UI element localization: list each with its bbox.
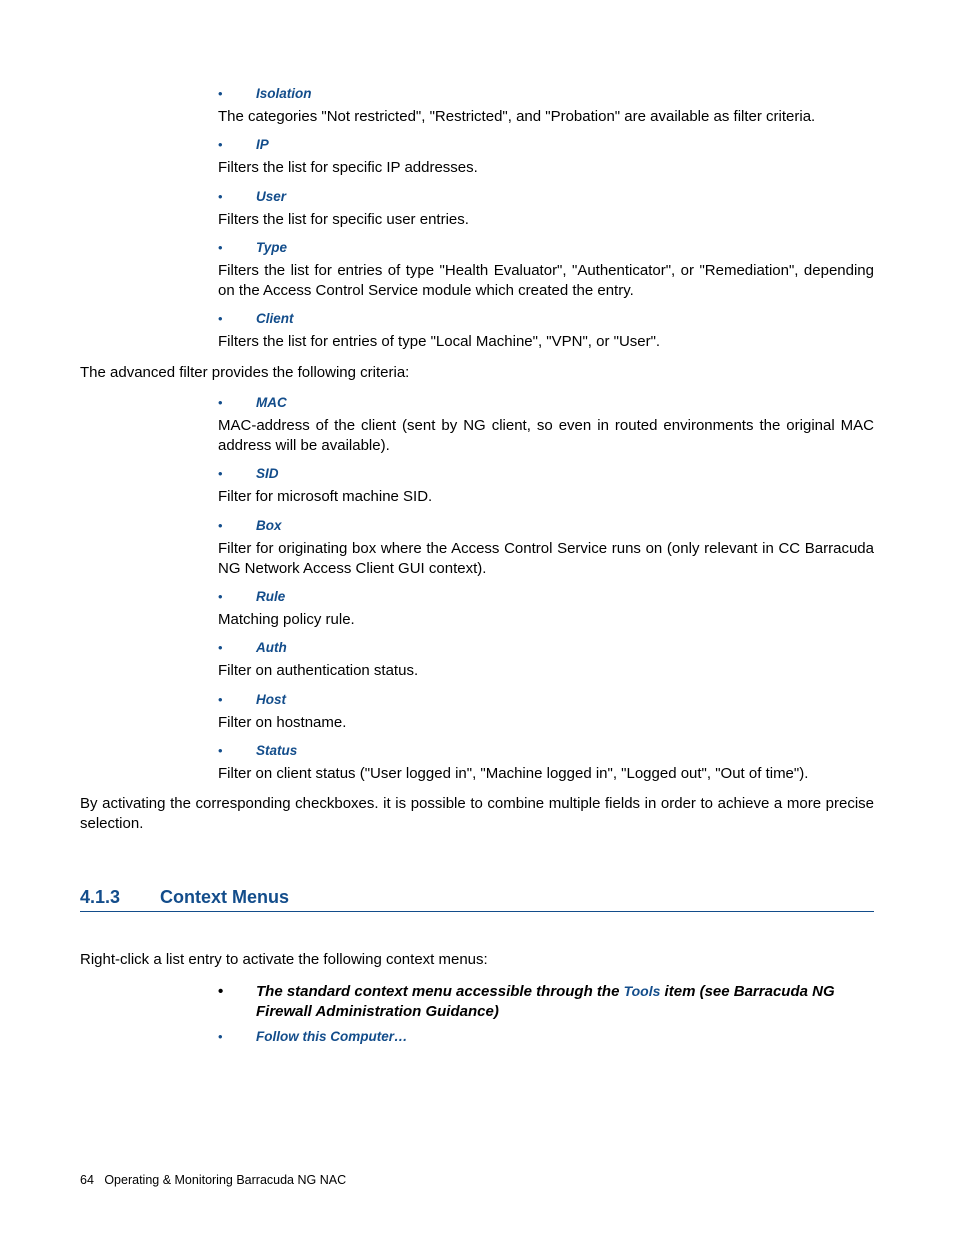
page-number: 64 <box>80 1173 94 1187</box>
filter-name: Box <box>256 518 282 533</box>
section-title: Context Menus <box>160 887 289 908</box>
filter-item: • Rule <box>218 589 874 604</box>
filter-item: • Status <box>218 743 874 758</box>
filter-name: IP <box>256 137 269 152</box>
bullet-icon: • <box>218 395 256 410</box>
bullet-icon: • <box>218 240 256 255</box>
bullet-icon: • <box>218 311 256 326</box>
filter-name: SID <box>256 466 279 481</box>
filter-item: • MAC <box>218 395 874 410</box>
filter-desc: Filters the list for entries of type "Lo… <box>218 332 874 352</box>
tools-keyword: Tools <box>624 983 661 999</box>
closing-paragraph: By activating the corresponding checkbox… <box>80 794 874 835</box>
filter-item: • User <box>218 189 874 204</box>
filter-desc: The categories "Not restricted", "Restri… <box>218 107 874 127</box>
filter-item: • Type <box>218 240 874 255</box>
filter-item: • Client <box>218 311 874 326</box>
filter-desc: Filters the list for specific IP address… <box>218 158 874 178</box>
filter-item: • SID <box>218 466 874 481</box>
bullet-icon: • <box>218 137 256 152</box>
filter-item: • Isolation <box>218 86 874 101</box>
filter-item: • Auth <box>218 640 874 655</box>
section-rule <box>80 911 874 912</box>
filter-desc: Filter for microsoft machine SID. <box>218 487 874 507</box>
filter-name: Host <box>256 692 286 707</box>
filter-desc: Filter on hostname. <box>218 713 874 733</box>
filter-name: User <box>256 189 286 204</box>
bullet-icon: • <box>218 692 256 707</box>
bullet-icon: • <box>218 189 256 204</box>
bullet-icon: • <box>218 86 256 101</box>
bullet-icon: • <box>218 743 256 758</box>
section-number: 4.1.3 <box>80 887 160 908</box>
context-menu-text: Follow this Computer… <box>256 1028 874 1046</box>
footer-title: Operating & Monitoring Barracuda NG NAC <box>104 1173 346 1187</box>
bullet-icon: • <box>218 1029 256 1044</box>
filter-item: • Box <box>218 518 874 533</box>
filter-name: Auth <box>256 640 287 655</box>
filter-name: Isolation <box>256 86 312 101</box>
context-menu-item: • The standard context menu accessible t… <box>218 982 874 1023</box>
filter-desc: Filter for originating box where the Acc… <box>218 539 874 580</box>
context-menu-item: • Follow this Computer… <box>218 1028 874 1046</box>
advanced-intro: The advanced filter provides the followi… <box>80 363 874 383</box>
filter-name: Type <box>256 240 287 255</box>
filter-desc: Filter on client status ("User logged in… <box>218 764 874 784</box>
context-menu-text: The standard context menu accessible thr… <box>256 982 874 1023</box>
bullet-icon: • <box>218 589 256 604</box>
filter-name: Status <box>256 743 297 758</box>
page-footer: 64 Operating & Monitoring Barracuda NG N… <box>80 1173 346 1187</box>
section-heading: 4.1.3 Context Menus <box>80 887 874 908</box>
bullet-icon: • <box>218 466 256 481</box>
filter-name: MAC <box>256 395 287 410</box>
filter-name: Rule <box>256 589 285 604</box>
filter-item: • IP <box>218 137 874 152</box>
bullet-icon: • <box>218 640 256 655</box>
filter-desc: Filters the list for specific user entri… <box>218 210 874 230</box>
filter-desc: Filter on authentication status. <box>218 661 874 681</box>
filter-desc: MAC-address of the client (sent by NG cl… <box>218 416 874 457</box>
bullet-icon: • <box>218 983 256 1000</box>
filter-item: • Host <box>218 692 874 707</box>
section-intro: Right-click a list entry to activate the… <box>80 950 874 970</box>
bullet-icon: • <box>218 518 256 533</box>
filter-desc: Filters the list for entries of type "He… <box>218 261 874 302</box>
filter-name: Client <box>256 311 294 326</box>
filter-desc: Matching policy rule. <box>218 610 874 630</box>
